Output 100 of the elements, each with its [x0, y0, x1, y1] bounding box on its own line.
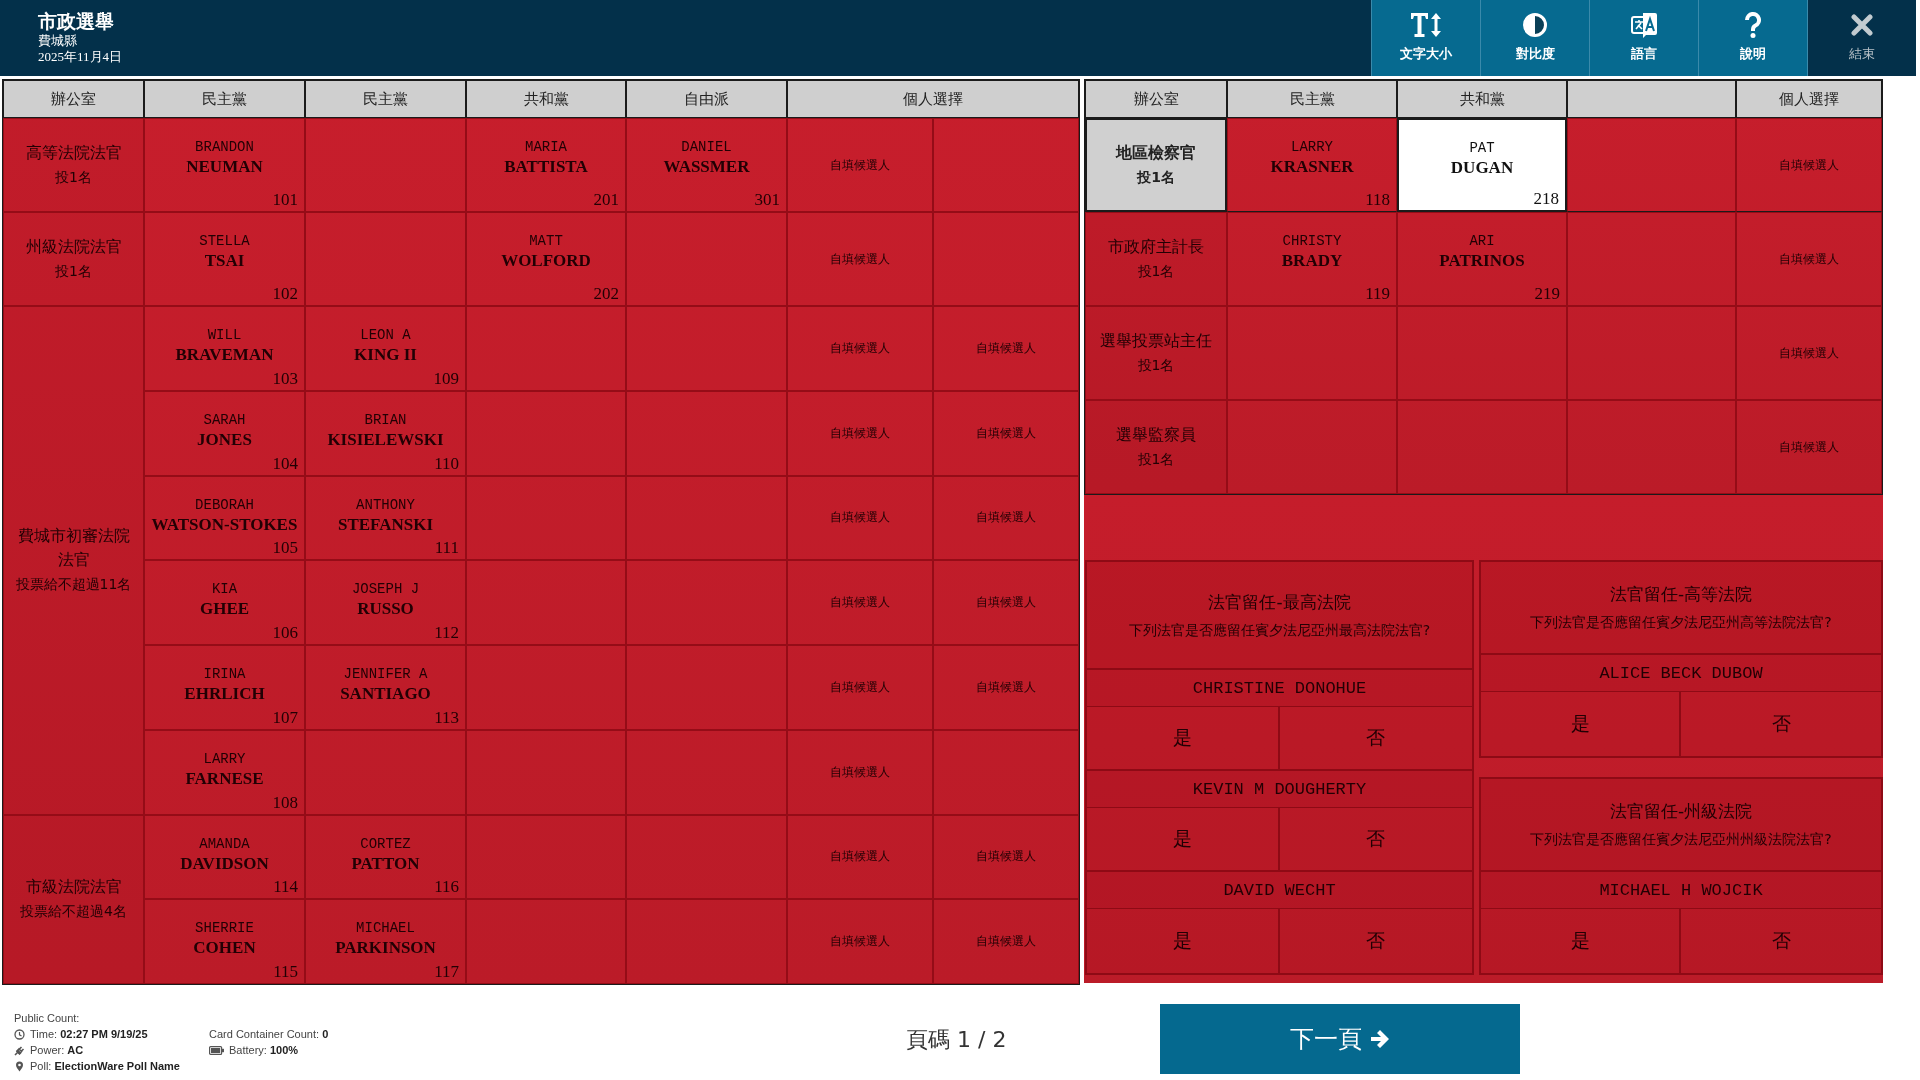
judge-name: MICHAEL H WOJCIK	[1481, 872, 1881, 909]
location-pin-icon	[14, 1060, 25, 1072]
write-in-option[interactable]: 自填候選人	[787, 118, 933, 212]
column-header: 自由派	[626, 80, 787, 118]
write-in-option[interactable]: 自填候選人	[933, 390, 1079, 476]
candidate-option[interactable]: MICHAEL PARKINSON 117	[305, 899, 466, 984]
candidate-option[interactable]: STELLA TSAI 102	[144, 212, 305, 306]
text-size-button[interactable]: 文字大小	[1371, 0, 1480, 76]
office-name: 高等法院法官	[25, 142, 122, 164]
write-in-option[interactable]: 自填候選人	[933, 899, 1079, 984]
write-in-option[interactable]: 自填候選人	[933, 475, 1079, 561]
candidate-option[interactable]: MATT WOLFORD 202	[466, 212, 626, 306]
contrast-button[interactable]: 對比度	[1480, 0, 1589, 76]
vote-option[interactable]: 是	[1481, 692, 1681, 756]
candidate-option[interactable]: JOSEPH J RUSSO 112	[305, 560, 466, 645]
candidate-option[interactable]: KIA GHEE 106	[144, 560, 305, 645]
write-in-option[interactable]: 自填候選人	[787, 306, 933, 391]
candidate-option[interactable]: LEON A KING II 109	[305, 306, 466, 391]
status-text: Power: AC	[30, 1043, 84, 1058]
vote-option[interactable]: 否	[1279, 909, 1472, 973]
vote-limit: 投1名	[55, 262, 92, 281]
write-in-option[interactable]: 自填候選人	[1736, 306, 1882, 400]
plug-icon	[14, 1044, 25, 1056]
write-in-option[interactable]: 自填候選人	[933, 306, 1079, 391]
language-button[interactable]: 語言	[1589, 0, 1698, 76]
vote-limit: 投1名	[1137, 356, 1175, 375]
vote-option[interactable]: 是	[1087, 707, 1280, 771]
retention-title: 法官留任-高等法院	[1609, 583, 1753, 606]
judge-name: CHRISTINE DONOHUE	[1087, 670, 1472, 707]
write-in-option[interactable]: 自填候選人	[787, 645, 933, 730]
write-in-option[interactable]: 自填候選人	[933, 814, 1079, 900]
retention-question: 下列法官是否應留任賓夕法尼亞州高等法院法官?	[1530, 614, 1832, 632]
candidate-option[interactable]: SHERRIE COHEN 115	[144, 899, 305, 984]
battery-icon	[209, 1045, 224, 1055]
candidate-option[interactable]: MARIA BATTISTA 201	[466, 118, 626, 212]
candidate-option[interactable]: SARAH JONES 104	[144, 390, 305, 476]
candidate-option[interactable]: BRIAN KISIELEWSKI 110	[305, 390, 466, 476]
office-name: 市級法院法官	[25, 876, 122, 899]
retention-title: 法官留任-最高法院	[1208, 590, 1351, 614]
clock-icon	[14, 1028, 25, 1040]
judge-name: DAVID WECHT	[1087, 872, 1472, 909]
write-in-option[interactable]: 自填候選人	[933, 560, 1079, 645]
office-name: 市政府主計長	[1108, 236, 1204, 258]
write-in-option[interactable]: 自填候選人	[787, 212, 933, 306]
write-in-option[interactable]: 自填候選人	[1736, 118, 1882, 212]
write-in-option[interactable]: 自填候選人	[1736, 212, 1882, 306]
vote-option[interactable]: 否	[1681, 909, 1881, 973]
candidate-option[interactable]: ANTHONY STEFANSKI 111	[305, 475, 466, 561]
candidate-option[interactable]: LARRY KRASNER 118	[1227, 118, 1397, 212]
office-name: 費城市初審法院法官	[16, 525, 131, 572]
candidate-option[interactable]: LARRY FARNESE 108	[144, 729, 305, 815]
write-in-option[interactable]: 自填候選人	[933, 645, 1079, 730]
candidate-option[interactable]: CORTEZ PATTON 116	[305, 814, 466, 900]
write-in-option[interactable]: 自填候選人	[787, 814, 933, 900]
election-title: 市政選舉	[38, 9, 114, 33]
status-heading: Public Count:	[14, 1011, 80, 1026]
candidate-option[interactable]: JENNIFER A SANTIAGO 113	[305, 645, 466, 730]
judge-name: ALICE BECK DUBOW	[1481, 655, 1881, 692]
write-in-option[interactable]: 自填候選人	[1736, 400, 1882, 494]
translate-icon	[1631, 12, 1657, 38]
candidate-option[interactable]: CHRISTY BRADY 119	[1227, 212, 1397, 306]
vote-option[interactable]: 否	[1279, 808, 1472, 872]
column-header: 辦公室	[3, 80, 144, 118]
candidate-option[interactable]: IRINA EHRLICH 107	[144, 645, 305, 730]
county-name: 費城縣	[38, 33, 77, 49]
column-header: 民主黨	[305, 80, 466, 118]
candidate-option[interactable]: DANIEL WASSMER 301	[626, 118, 787, 212]
candidate-option[interactable]: AMANDA DAVIDSON 114	[144, 814, 305, 900]
column-header: 民主黨	[144, 80, 305, 118]
vote-option[interactable]: 是	[1087, 808, 1280, 872]
status-text: Battery: 100%	[229, 1043, 299, 1058]
status-text: Poll: ElectionWare Poll Name	[30, 1059, 180, 1074]
office-name: 選舉投票站主任	[1100, 330, 1212, 352]
candidate-option[interactable]: BRANDON NEUMAN 101	[144, 118, 305, 212]
candidate-option[interactable]: ARI PATRINOS 219	[1397, 212, 1567, 306]
write-in-option[interactable]: 自填候選人	[787, 390, 933, 476]
election-date: 2025年11月4日	[38, 49, 123, 65]
vote-option[interactable]: 是	[1481, 909, 1681, 973]
help-button[interactable]: 說明	[1698, 0, 1807, 76]
vote-limit: 投1名	[55, 168, 92, 187]
vote-limit: 投1名	[1137, 168, 1175, 187]
column-header: 個人選擇	[787, 80, 1079, 118]
write-in-option[interactable]: 自填候選人	[787, 729, 933, 815]
write-in-option[interactable]: 自填候選人	[787, 560, 933, 645]
column-header: 辦公室	[1085, 80, 1227, 118]
write-in-option[interactable]: 自填候選人	[787, 899, 933, 984]
vote-option[interactable]: 否	[1681, 692, 1881, 756]
office-name: 地區檢察官	[1116, 142, 1196, 164]
candidate-option[interactable]: WILL BRAVEMAN 103	[144, 306, 305, 391]
vote-limit: 投1名	[1137, 450, 1175, 469]
write-in-option[interactable]: 自填候選人	[787, 475, 933, 561]
vote-option[interactable]: 是	[1087, 909, 1280, 973]
candidate-option[interactable]: DEBORAH WATSON-STOKES 105	[144, 475, 305, 561]
vote-option[interactable]: 否	[1279, 707, 1472, 771]
column-header: 共和黨	[1397, 80, 1567, 118]
text-size-icon	[1411, 13, 1441, 37]
retention-question: 下列法官是否應留任賓夕法尼亞州最高法院法官?	[1128, 621, 1431, 640]
next-page-button[interactable]: 下一頁	[1160, 1004, 1520, 1074]
candidate-option[interactable]: PAT DUGAN 218	[1397, 118, 1567, 212]
page-indicator: 頁碼 1 / 2	[906, 1026, 1007, 1054]
